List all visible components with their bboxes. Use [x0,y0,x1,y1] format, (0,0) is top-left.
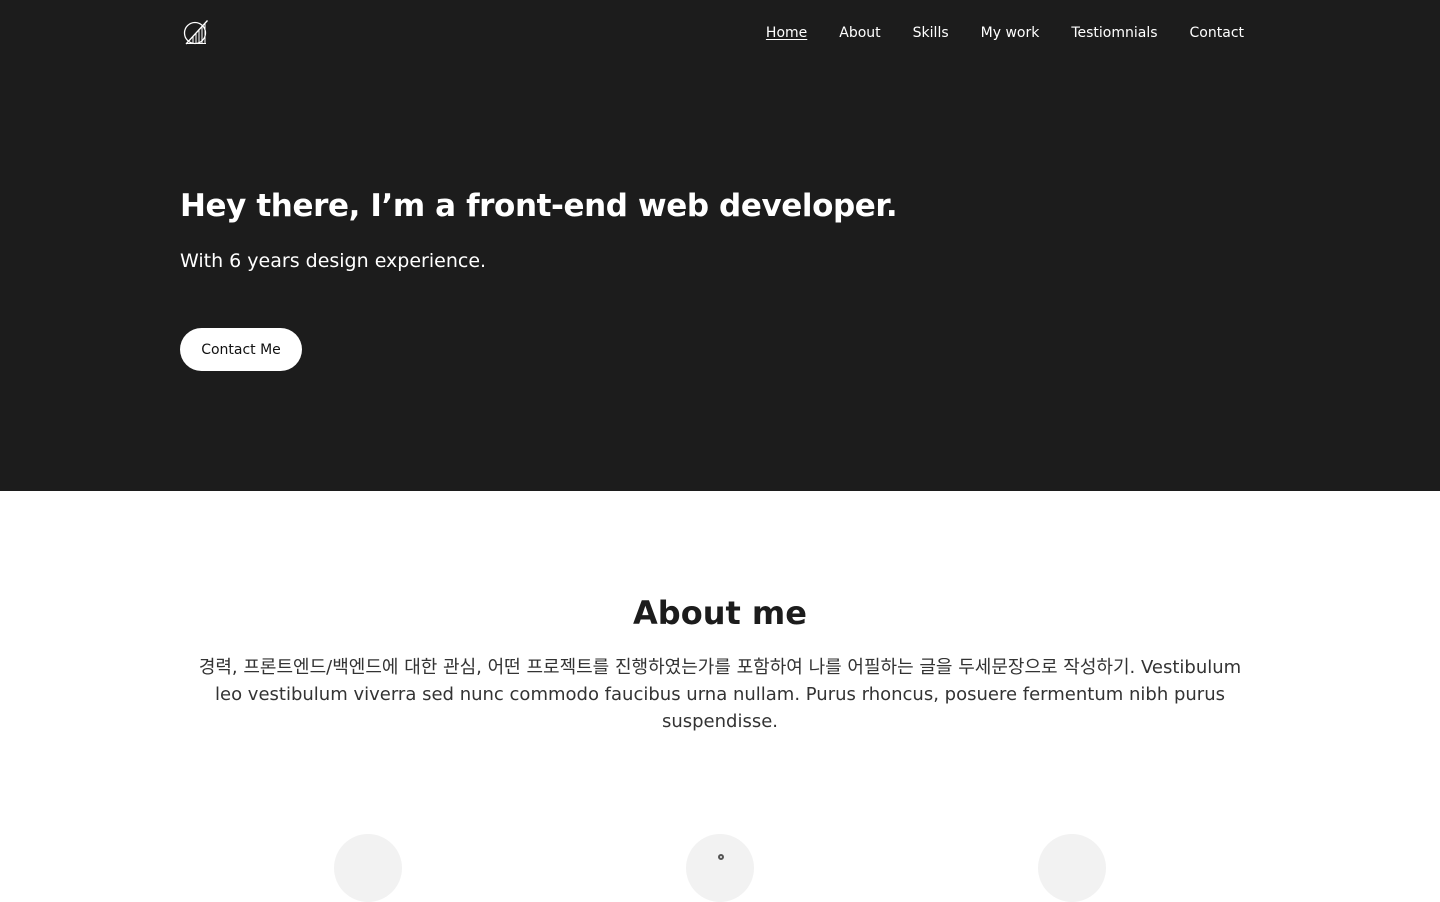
nav-about-link[interactable]: About [839,24,880,42]
nav-home-link[interactable]: Home [766,24,807,42]
hero-section: Home About Skills My work Testiomnials C… [0,0,1440,491]
skill-icon-circle [1038,834,1106,902]
nav-skills-link[interactable]: Skills [913,24,949,42]
nav-testimonials-link[interactable]: Testiomnials [1071,24,1157,42]
about-title: About me [633,594,807,632]
main-nav: Home About Skills My work Testiomnials C… [766,24,1244,42]
skill-icon-circle [686,834,754,902]
contact-me-button[interactable]: Contact Me [180,328,302,371]
logo-icon[interactable] [183,19,209,45]
about-text: 경력, 프론트엔드/백엔드에 대한 관심, 어떤 프로젝트를 진행하였는가를 포… [198,657,1242,732]
skill-icon-circle [334,834,402,902]
hero-subtitle: With 6 years design experience. [180,250,487,272]
skill-icon [718,854,724,860]
nav-my-work-link[interactable]: My work [981,24,1040,42]
nav-contact-link[interactable]: Contact [1190,24,1244,42]
hero-title: Hey there, I’m a front-end web developer… [180,188,898,224]
